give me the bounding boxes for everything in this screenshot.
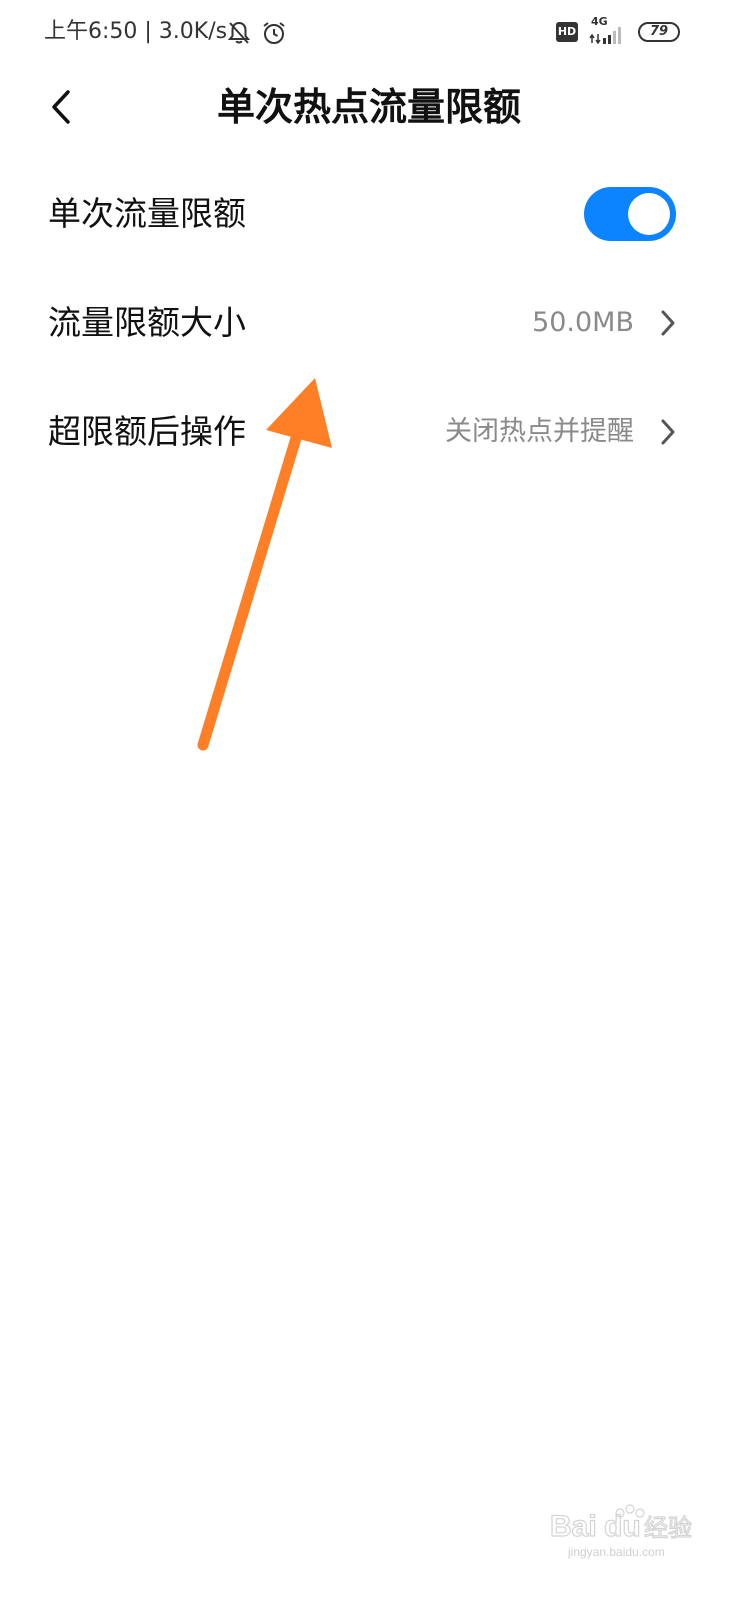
svg-text:du: du	[604, 1510, 641, 1543]
data-limit-size-value: 50.0MB	[532, 307, 634, 338]
chevron-right-icon	[661, 419, 675, 445]
svg-text:jingyan.baidu.com: jingyan.baidu.com	[567, 1545, 665, 1559]
page-title: 单次热点流量限额	[216, 85, 521, 129]
svg-text:经验: 经验	[644, 1514, 692, 1542]
app-header: 单次热点流量限额	[0, 64, 738, 150]
hd-icon: HD	[556, 22, 578, 42]
single-data-limit-label: 单次流量限额	[48, 194, 246, 233]
chevron-right-icon	[661, 310, 675, 336]
signal-icon	[589, 27, 621, 44]
status-time-speed: 上午6:50 | 3.0K/s	[44, 19, 228, 44]
baidu-jingyan-watermark: Bai du 经验 jingyan.baidu.com	[549, 1504, 693, 1559]
status-bar: 上午6:50 | 3.0K/s HD 4G 79	[0, 0, 738, 64]
svg-text:Bai: Bai	[550, 1510, 597, 1543]
mute-bell-icon	[227, 21, 251, 44]
single-data-limit-row[interactable]: 单次流量限额	[0, 160, 738, 268]
toggle-knob	[628, 193, 670, 235]
alarm-clock-icon	[263, 22, 285, 44]
battery-level: 79	[649, 24, 669, 39]
battery-icon: 79	[638, 22, 680, 42]
data-limit-size-label: 流量限额大小	[48, 303, 246, 342]
single-data-limit-toggle[interactable]	[584, 187, 676, 241]
data-limit-size-row[interactable]: 流量限额大小 50.0MB	[0, 269, 738, 377]
over-limit-action-label: 超限额后操作	[48, 412, 246, 451]
over-limit-action-value: 关闭热点并提醒	[445, 416, 634, 447]
over-limit-action-row[interactable]: 超限额后操作 关闭热点并提醒	[0, 378, 738, 486]
